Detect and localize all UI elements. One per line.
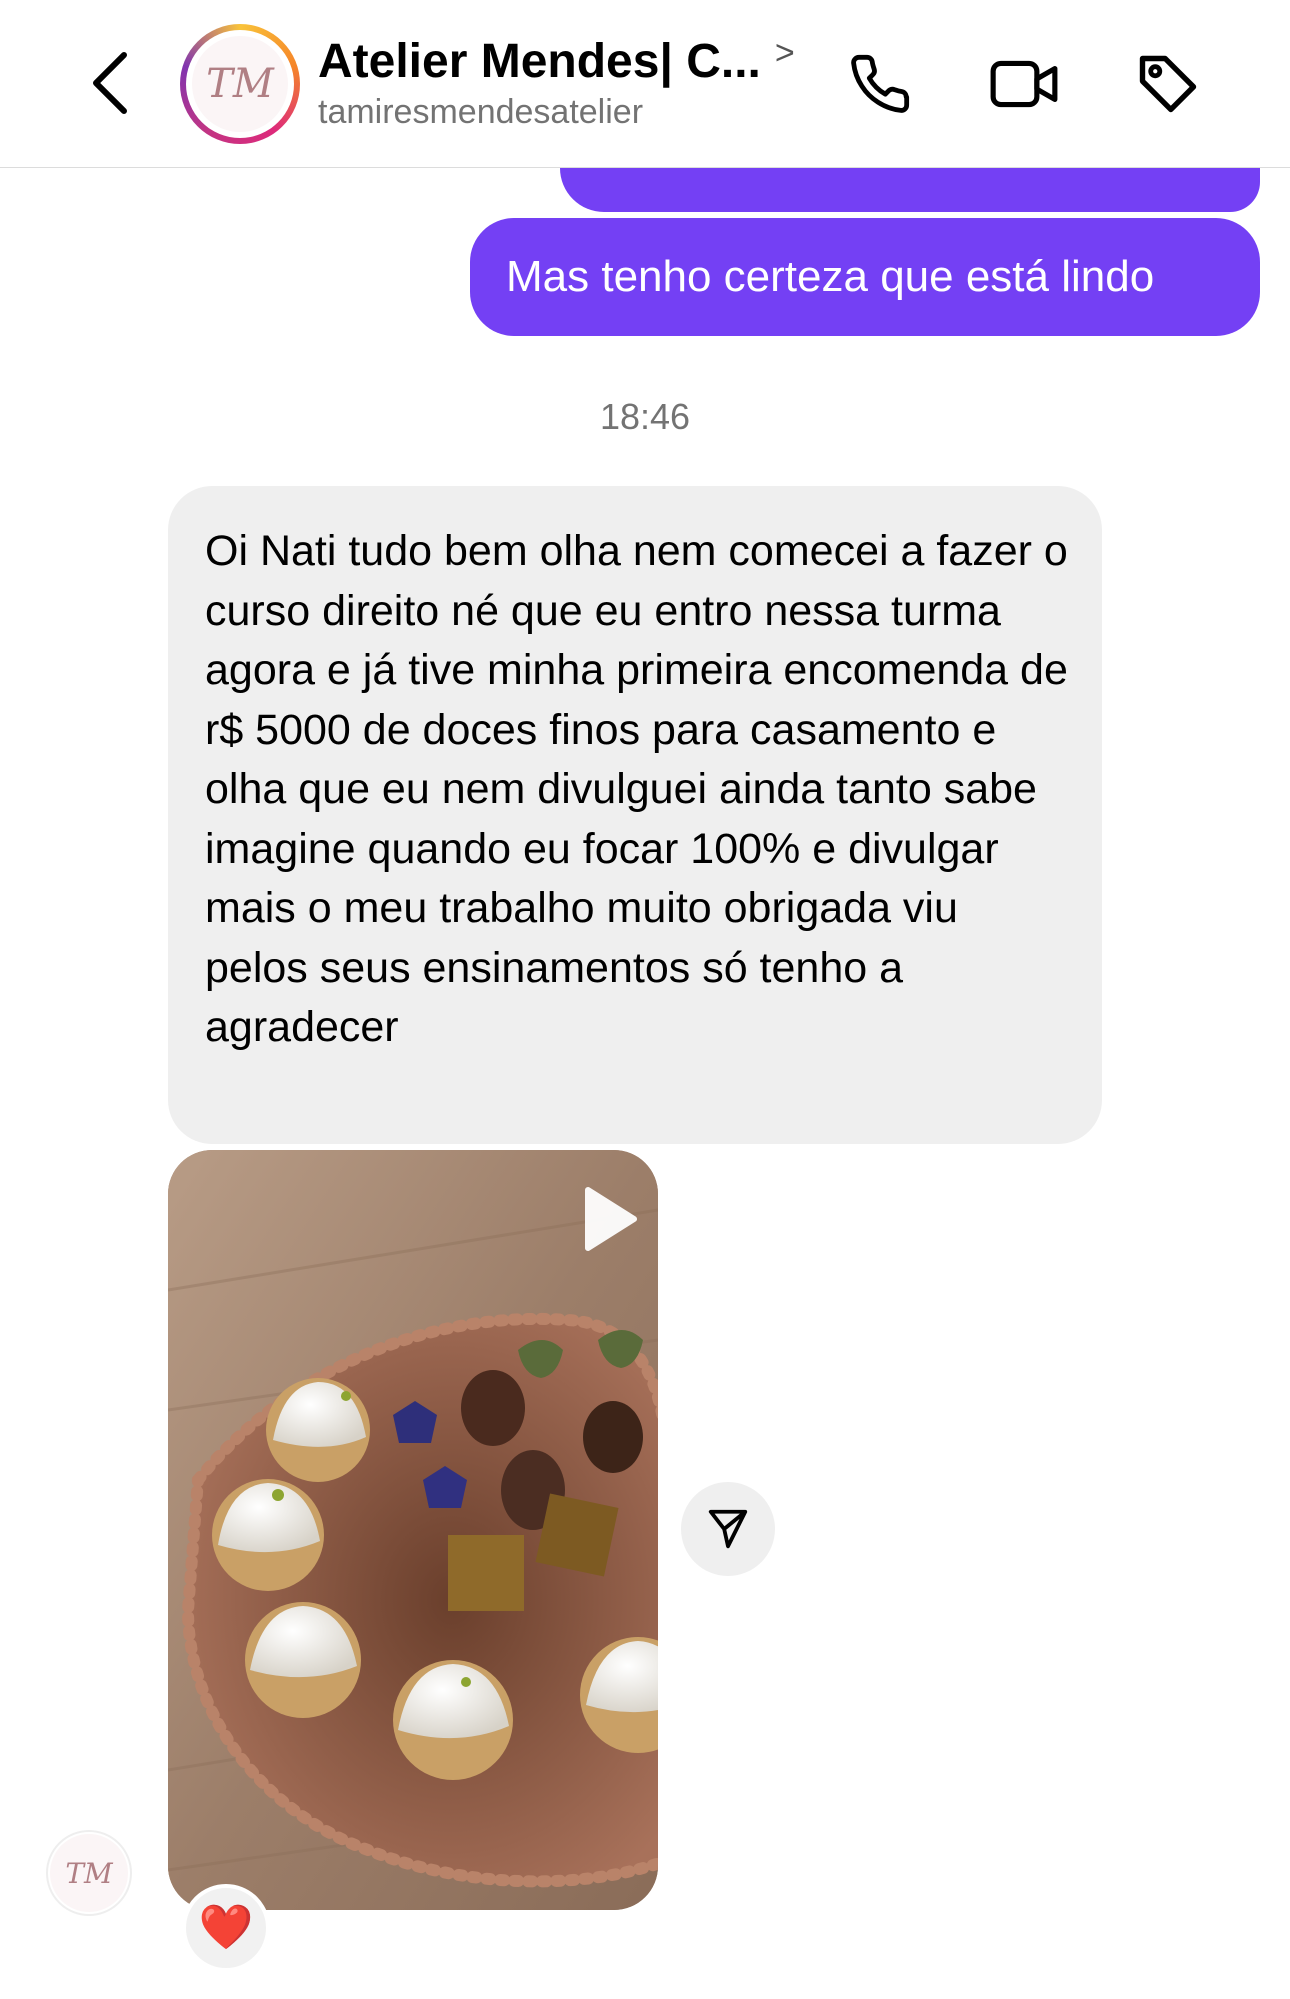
shared-video-thumbnail[interactable] bbox=[168, 1150, 658, 1910]
conversation-username: tamiresmendesatelier bbox=[318, 93, 644, 131]
video-call-button[interactable] bbox=[988, 48, 1060, 120]
back-arrow-icon bbox=[93, 52, 127, 114]
avatar-monogram: TM bbox=[206, 61, 274, 107]
video-camera-icon bbox=[990, 60, 1058, 108]
label-button[interactable] bbox=[1132, 48, 1204, 120]
sent-message[interactable]: Mas tenho certeza que está lindo bbox=[470, 218, 1260, 336]
conversation-title-block[interactable]: Atelier Mendes| C... > tamiresmendesateli… bbox=[318, 34, 828, 132]
sender-avatar-monogram: TM bbox=[65, 1856, 113, 1890]
tag-icon bbox=[1139, 55, 1197, 113]
back-button[interactable] bbox=[80, 48, 140, 118]
profile-avatar[interactable]: TM bbox=[180, 24, 300, 144]
chat-header: TM Atelier Mendes| C... > tamiresmendesat… bbox=[0, 0, 1290, 168]
audio-call-button[interactable] bbox=[844, 48, 916, 120]
sent-message-text: Mas tenho certeza que está lindo bbox=[506, 252, 1155, 301]
received-message-text: Oi Nati tudo bem olha nem comecei a faze… bbox=[205, 527, 1068, 1051]
phone-icon bbox=[851, 54, 910, 113]
conversation-title: Atelier Mendes| C... bbox=[318, 35, 761, 88]
video-frame-image bbox=[168, 1150, 658, 1910]
play-icon[interactable] bbox=[562, 1174, 652, 1264]
message-reaction[interactable]: ❤️ bbox=[182, 1884, 270, 1972]
message-timestamp: 18:46 bbox=[599, 396, 691, 437]
send-icon bbox=[708, 1509, 748, 1549]
sender-avatar[interactable]: TM bbox=[46, 1830, 132, 1916]
chevron-right-icon: > bbox=[774, 34, 795, 72]
share-button[interactable] bbox=[681, 1482, 775, 1576]
heart-icon: ❤️ bbox=[198, 1903, 254, 1952]
received-message[interactable]: Oi Nati tudo bem olha nem comecei a faze… bbox=[168, 486, 1102, 1144]
